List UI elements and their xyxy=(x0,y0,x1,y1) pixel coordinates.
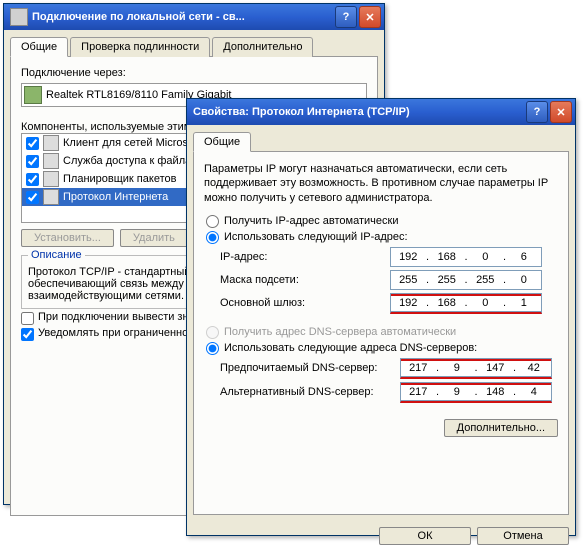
mask-label: Маска подсети: xyxy=(204,274,390,286)
gateway-input[interactable]: 192. 168. 0. 1 xyxy=(390,293,542,314)
titlebar[interactable]: Подключение по локальной сети - св... ? … xyxy=(4,4,384,30)
dialog-buttons: ОК Отмена xyxy=(187,521,575,551)
component-checkbox[interactable] xyxy=(26,191,39,204)
gateway-label: Основной шлюз: xyxy=(204,297,390,309)
octet[interactable]: 4 xyxy=(517,386,552,398)
octet[interactable]: 42 xyxy=(517,362,552,374)
dns1-label: Предпочитаемый DNS-сервер: xyxy=(204,362,400,374)
cancel-button[interactable]: Отмена xyxy=(477,527,569,545)
radio-label: Получить IP-адрес автоматически xyxy=(224,215,398,227)
radio-label: Получить адрес DNS-сервера автоматически xyxy=(224,326,456,338)
close-button[interactable]: ✕ xyxy=(550,101,572,123)
ip-label: IP-адрес: xyxy=(204,251,390,263)
octet[interactable]: 168 xyxy=(430,297,465,309)
notify-limited-checkbox[interactable] xyxy=(21,328,34,341)
dns2-label: Альтернативный DNS-сервер: xyxy=(204,386,400,398)
advanced-button[interactable]: Дополнительно... xyxy=(444,419,558,437)
octet[interactable]: 6 xyxy=(507,251,542,263)
tab-auth[interactable]: Проверка подлинности xyxy=(70,37,210,57)
radio-auto-ip-row[interactable]: Получить IP-адрес автоматически xyxy=(204,215,558,228)
tabs: Общие Проверка подлинности Дополнительно xyxy=(4,30,384,56)
octet[interactable]: 147 xyxy=(478,362,513,374)
octet[interactable]: 148 xyxy=(478,386,513,398)
radio-label: Использовать следующий IP-адрес: xyxy=(224,231,408,243)
client-icon xyxy=(43,135,59,151)
titlebar[interactable]: Свойства: Протокол Интернета (TCP/IP) ? … xyxy=(187,99,575,125)
description-legend: Описание xyxy=(28,249,85,261)
radio-auto-ip[interactable] xyxy=(206,215,219,228)
help-button[interactable]: ? xyxy=(335,6,357,28)
help-button[interactable]: ? xyxy=(526,101,548,123)
window-icon xyxy=(10,8,28,26)
service-icon xyxy=(43,153,59,169)
radio-manual-ip[interactable] xyxy=(206,231,219,244)
dns1-input[interactable]: 217. 9. 147. 42 xyxy=(400,358,552,379)
mask-input[interactable]: 255. 255. 255. 0 xyxy=(390,270,542,290)
tab-general[interactable]: Общие xyxy=(193,132,251,152)
component-label: Планировщик пакетов xyxy=(63,173,176,185)
ip-input[interactable]: 192. 168. 0. 6 xyxy=(390,247,542,267)
component-label: Служба доступа к файлам xyxy=(63,155,199,167)
adapter-icon xyxy=(24,86,42,104)
close-button[interactable]: ✕ xyxy=(359,6,381,28)
install-button[interactable]: Установить... xyxy=(21,229,114,247)
component-label: Клиент для сетей Microsoft xyxy=(63,137,200,149)
tab-general[interactable]: Общие xyxy=(10,37,68,57)
tabs: Общие xyxy=(187,125,575,151)
tab-content: Параметры IP могут назначаться автоматич… xyxy=(193,151,569,515)
component-checkbox[interactable] xyxy=(26,155,39,168)
radio-manual-dns-row[interactable]: Использовать следующие адреса DNS-сервер… xyxy=(204,342,558,355)
octet[interactable]: 192 xyxy=(391,251,426,263)
dns2-input[interactable]: 217. 9. 148. 4 xyxy=(400,382,552,403)
tab-advanced[interactable]: Дополнительно xyxy=(212,37,313,57)
octet[interactable]: 255 xyxy=(391,274,426,286)
octet[interactable]: 168 xyxy=(430,251,465,263)
protocol-icon xyxy=(43,189,59,205)
radio-manual-dns[interactable] xyxy=(206,342,219,355)
octet[interactable]: 255 xyxy=(430,274,465,286)
octet[interactable]: 255 xyxy=(468,274,503,286)
octet[interactable]: 217 xyxy=(401,386,436,398)
tcpip-properties-window: Свойства: Протокол Интернета (TCP/IP) ? … xyxy=(186,98,576,536)
radio-manual-ip-row[interactable]: Использовать следующий IP-адрес: xyxy=(204,231,558,244)
octet[interactable]: 9 xyxy=(440,386,475,398)
radio-auto-dns-row: Получить адрес DNS-сервера автоматически xyxy=(204,326,558,339)
component-label: Протокол Интернета xyxy=(63,191,168,203)
octet[interactable]: 0 xyxy=(468,297,503,309)
uninstall-button[interactable]: Удалить xyxy=(120,229,188,247)
radio-label: Использовать следующие адреса DNS-сервер… xyxy=(224,342,477,354)
octet[interactable]: 9 xyxy=(440,362,475,374)
octet[interactable]: 0 xyxy=(468,251,503,263)
scheduler-icon xyxy=(43,171,59,187)
show-icon-checkbox[interactable] xyxy=(21,312,34,325)
octet[interactable]: 217 xyxy=(401,362,436,374)
octet[interactable]: 1 xyxy=(507,297,542,309)
window-title: Свойства: Протокол Интернета (TCP/IP) xyxy=(193,106,526,118)
radio-auto-dns xyxy=(206,326,219,339)
ok-button[interactable]: ОК xyxy=(379,527,471,545)
component-checkbox[interactable] xyxy=(26,173,39,186)
octet[interactable]: 192 xyxy=(391,297,426,309)
intro-text: Параметры IP могут назначаться автоматич… xyxy=(204,162,558,205)
window-title: Подключение по локальной сети - св... xyxy=(32,11,335,23)
connect-via-label: Подключение через: xyxy=(21,67,367,79)
component-checkbox[interactable] xyxy=(26,137,39,150)
octet[interactable]: 0 xyxy=(507,274,542,286)
